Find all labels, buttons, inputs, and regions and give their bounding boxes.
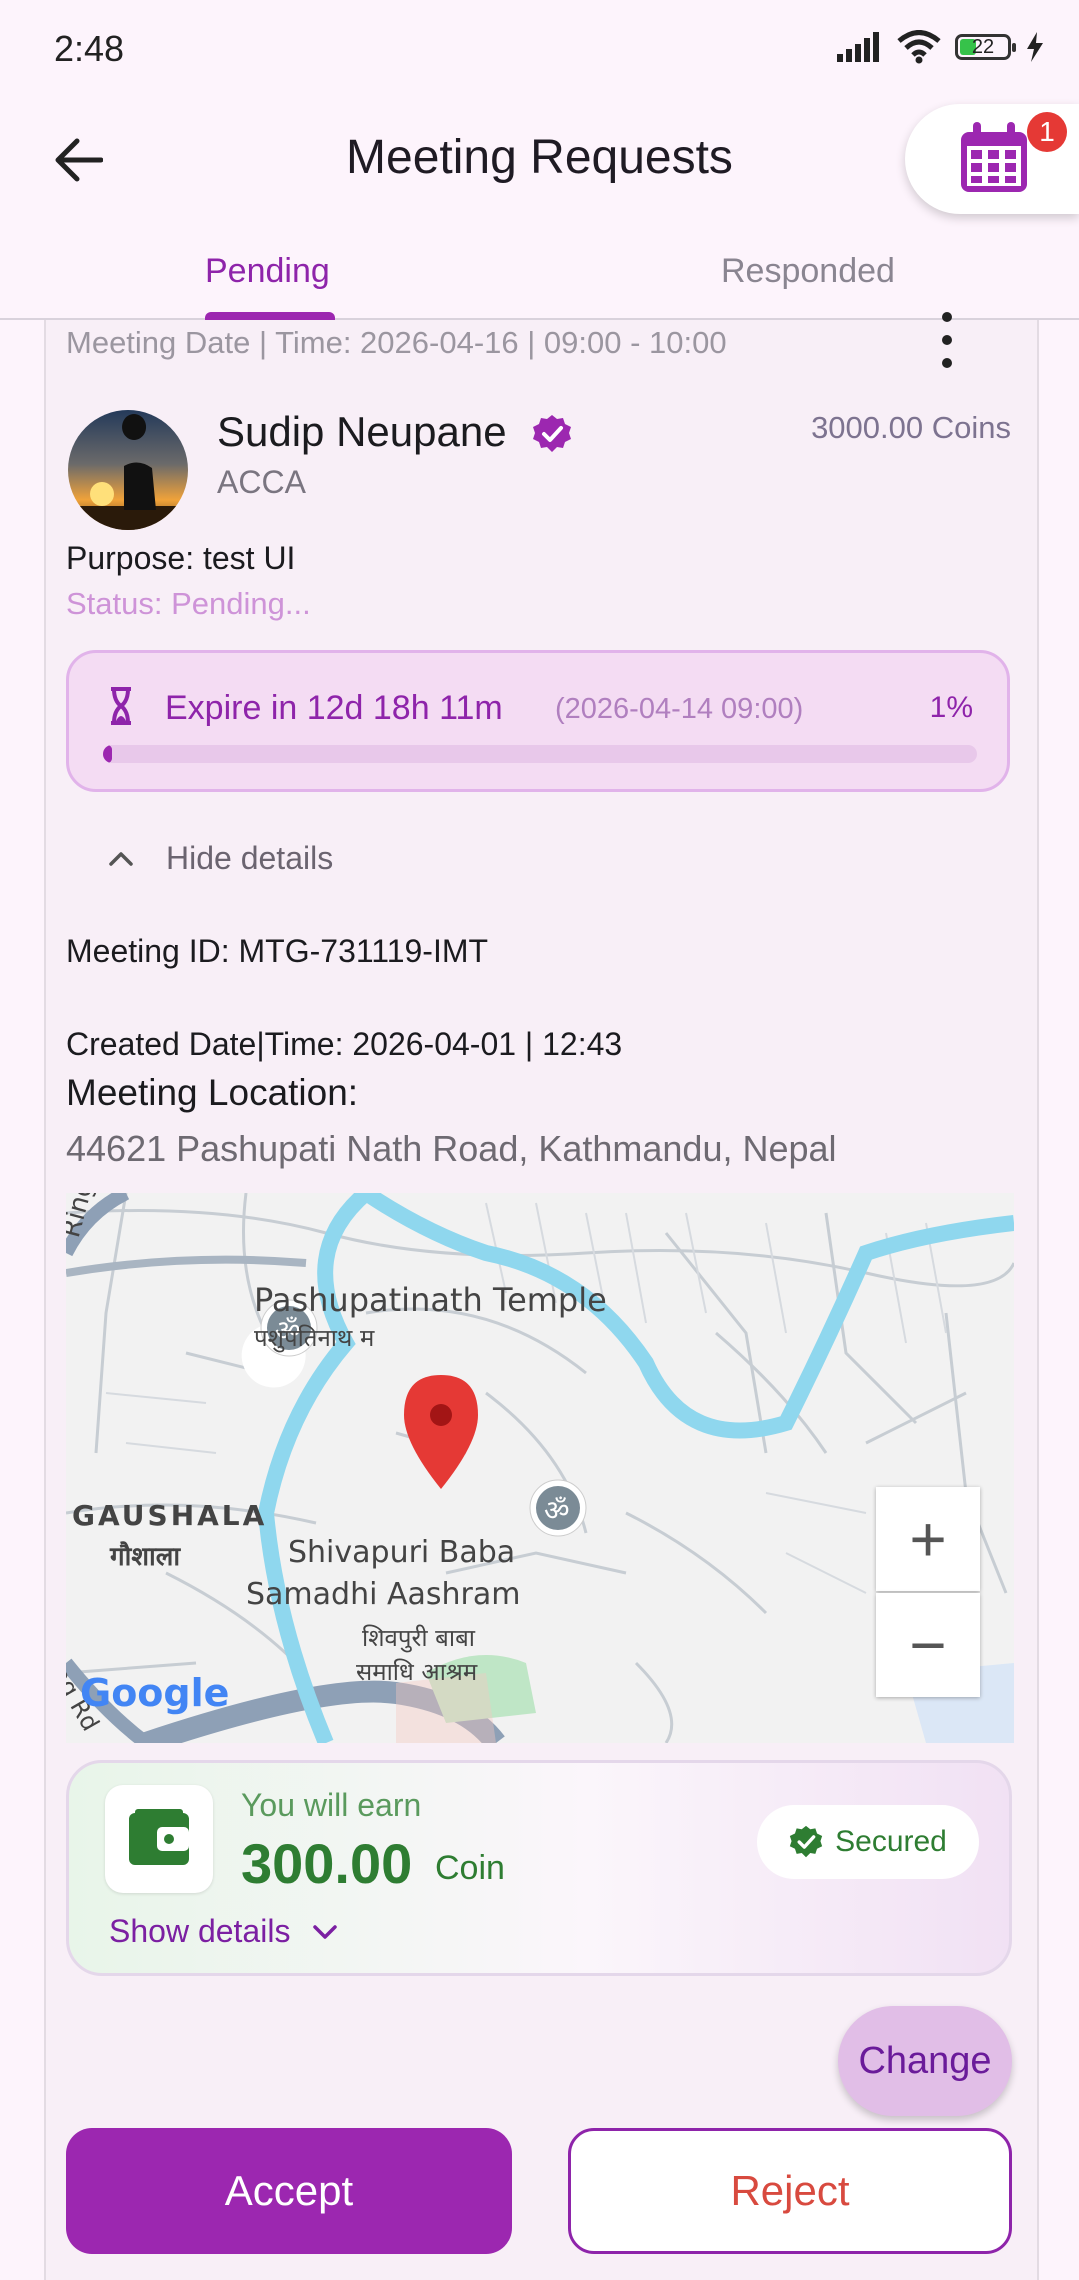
expire-date: (2026-04-14 09:00) xyxy=(555,693,804,725)
map-label-aashram-2: Samadhi Aashram xyxy=(246,1577,521,1612)
minus-icon: − xyxy=(909,1609,947,1681)
request-status: Status: Pending... xyxy=(66,586,311,621)
earn-amount: 300.00 xyxy=(241,1832,413,1895)
map-label-temple-ne: पशुपतिनाथ म xyxy=(254,1324,375,1352)
map-label-aashram-1: Shivapuri Baba xyxy=(288,1535,516,1570)
notification-badge: 1 xyxy=(1027,112,1067,152)
map-label-temple: Pashupatinath Temple xyxy=(254,1281,607,1319)
earn-title: You will earn xyxy=(241,1787,422,1823)
created-datetime: Created Date|Time: 2026-04-01 | 12:43 xyxy=(66,1026,623,1062)
expire-progress-fill xyxy=(103,745,112,763)
map-label-aashram-ne-1: शिवपुरी बाबा xyxy=(362,1624,476,1652)
charging-icon xyxy=(1027,32,1043,62)
plus-icon: + xyxy=(909,1503,947,1575)
signal-icon xyxy=(837,32,879,62)
hourglass-icon xyxy=(111,687,131,725)
chevron-down-icon xyxy=(313,1924,338,1939)
calendar-icon xyxy=(961,122,1027,192)
status-time: 2:48 xyxy=(54,28,125,69)
meeting-id: Meeting ID: MTG-731119-IMT xyxy=(66,933,489,969)
chevron-up-icon xyxy=(109,851,133,866)
map-label-aashram-ne-2: समाधि आश्रम xyxy=(356,1658,478,1686)
reject-button[interactable]: Reject xyxy=(568,2128,1012,2254)
map-canvas xyxy=(66,1193,1014,1743)
map-label-gaushala: GAUSHALA xyxy=(72,1499,268,1532)
tab-bar: Pending Responded xyxy=(0,240,1079,320)
calendar-button[interactable]: 1 xyxy=(905,104,1079,214)
show-details-toggle[interactable]: Show details xyxy=(109,1913,338,1950)
accept-button[interactable]: Accept xyxy=(66,2128,512,2254)
meeting-purpose: Purpose: test UI xyxy=(66,540,296,576)
earnings-panel: You will earn 300.00 Coin Secured Show d… xyxy=(66,1760,1012,1976)
location-heading: Meeting Location: xyxy=(66,1072,359,1113)
battery-icon: 22 xyxy=(955,34,1016,60)
meeting-date: Meeting Date | Time: 2026-04-16 | 09:00 … xyxy=(66,325,727,360)
coins-amount: 3000.00 Coins xyxy=(811,410,1011,445)
om-icon: ॐ xyxy=(544,1494,570,1527)
avatar xyxy=(68,410,188,530)
more-vert-icon xyxy=(942,312,952,322)
avatar-image xyxy=(68,410,188,530)
status-icons: 22 xyxy=(837,30,1045,64)
verified-check-icon xyxy=(789,1825,823,1858)
change-button[interactable]: Change xyxy=(838,2006,1012,2116)
secured-badge: Secured xyxy=(757,1805,979,1879)
active-tab-indicator xyxy=(205,312,335,320)
verified-icon xyxy=(533,415,571,452)
show-details-label: Show details xyxy=(109,1913,291,1949)
map-pin-icon xyxy=(404,1375,478,1489)
zoom-out-button[interactable]: − xyxy=(876,1593,980,1697)
requester-name: Sudip Neupane xyxy=(217,408,507,455)
secured-label: Secured xyxy=(835,1825,947,1858)
hide-details-label: Hide details xyxy=(166,840,334,876)
tab-pending[interactable]: Pending xyxy=(205,252,330,291)
google-logo: Google xyxy=(80,1671,230,1715)
more-options-button[interactable] xyxy=(932,312,962,368)
zoom-in-button[interactable]: + xyxy=(876,1487,980,1591)
requester-profession: ACCA xyxy=(217,464,306,500)
expire-progress-bar xyxy=(103,745,977,763)
tab-responded[interactable]: Responded xyxy=(721,252,895,291)
expire-percent: 1% xyxy=(929,691,973,724)
location-address: 44621 Pashupati Nath Road, Kathmandu, Ne… xyxy=(66,1128,837,1169)
wifi-icon xyxy=(897,30,941,64)
earn-unit: Coin xyxy=(435,1849,505,1887)
map-label-gaushala-ne: गौशाला xyxy=(110,1542,181,1572)
wallet-icon xyxy=(105,1785,213,1893)
hide-details-toggle[interactable]: Hide details xyxy=(108,840,333,877)
expiry-panel: Expire in 12d 18h 11m (2026-04-14 09:00)… xyxy=(66,650,1010,792)
expire-countdown: Expire in 12d 18h 11m xyxy=(165,689,503,727)
location-map[interactable]: ॐ ॐ Ring Rd Pashupatinath Temple पशुपतिन… xyxy=(66,1193,1014,1743)
